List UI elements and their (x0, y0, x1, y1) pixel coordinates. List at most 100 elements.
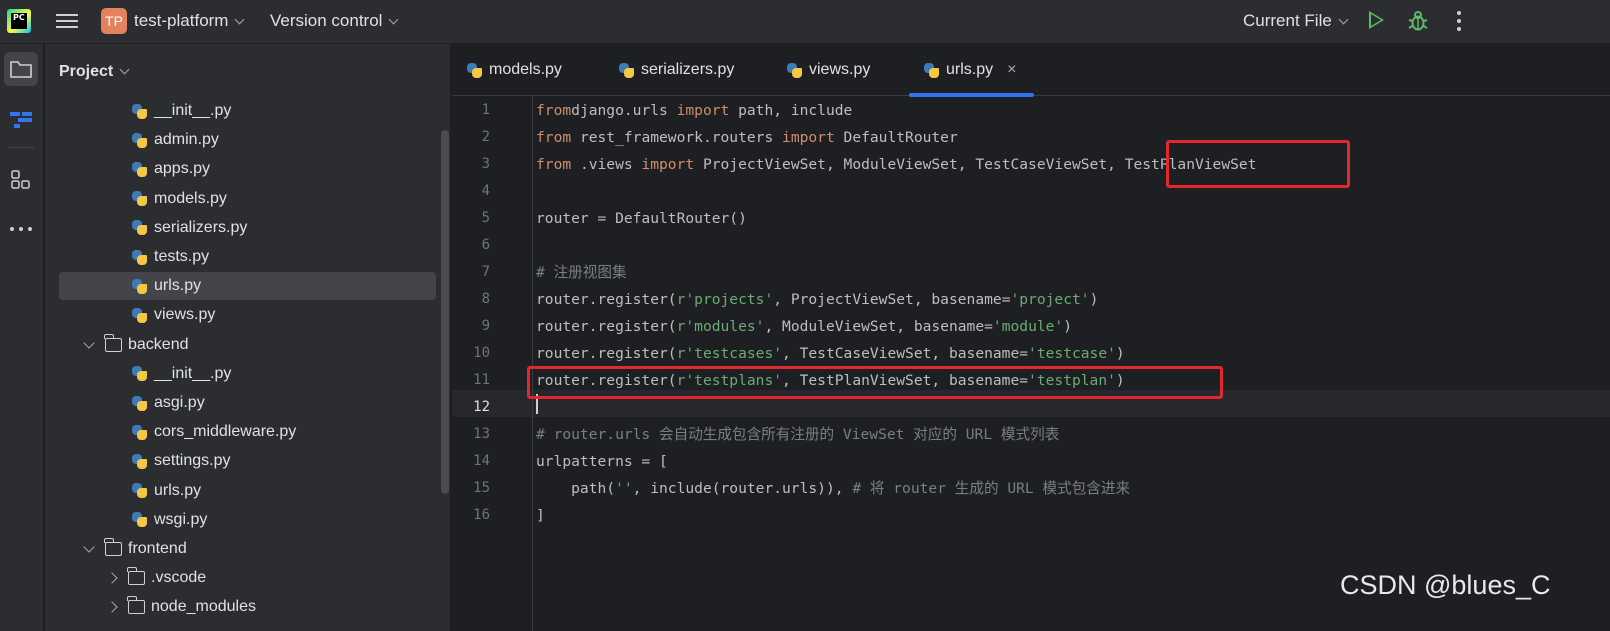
python-file-icon (131, 219, 148, 236)
python-file-icon (131, 395, 148, 412)
project-badge[interactable]: TP (101, 8, 127, 34)
folder-icon (10, 61, 32, 78)
tree-item-label: settings.py (154, 452, 231, 470)
project-selector[interactable]: test-platform (134, 11, 245, 31)
chevron-right-icon[interactable] (106, 572, 118, 584)
python-file-icon (466, 62, 483, 79)
project-scrollbar[interactable] (441, 130, 449, 494)
code-token: r'modules' (676, 318, 765, 335)
chevron-down-icon (235, 14, 245, 25)
code-line: router.register(r'projects', ProjectView… (536, 286, 1098, 313)
code-line: router.register(r'modules', ModuleViewSe… (536, 313, 1072, 340)
chevron-down-icon[interactable] (83, 336, 95, 349)
tree-item[interactable]: __init__.py (59, 360, 436, 388)
code-line: # 注册视图集 (536, 259, 627, 286)
code-line: router = DefaultRouter() (536, 205, 747, 232)
run-icon[interactable] (1369, 11, 1384, 29)
main-menu-icon[interactable] (56, 10, 78, 30)
code-token: django.urls (571, 102, 677, 119)
folder-icon (104, 333, 122, 352)
code-token: path, include (729, 102, 853, 119)
editor-tab[interactable]: urls.py × (908, 44, 1036, 97)
chevron-down-icon[interactable] (83, 541, 95, 553)
editor-tab-label: views.py (809, 61, 871, 78)
tree-item[interactable]: asgi.py (59, 389, 436, 417)
close-tab-icon[interactable]: × (1007, 61, 1016, 79)
project-name: test-platform (134, 11, 229, 30)
tree-item[interactable]: models.py (59, 185, 436, 213)
more-actions-icon[interactable] (1457, 11, 1461, 35)
python-file-icon (618, 62, 635, 79)
code-line: from rest_framework.routers import Defau… (536, 124, 958, 151)
tree-item[interactable]: settings.py (59, 447, 436, 475)
tree-item-label: wsgi.py (154, 510, 208, 528)
code-token: , TestCaseViewSet, basename= (782, 345, 1029, 362)
editor-tab-label: models.py (489, 61, 562, 78)
tree-item[interactable]: cors_middleware.py (59, 418, 436, 446)
project-tool-button[interactable] (4, 52, 38, 86)
tree-item[interactable]: frontend (59, 535, 436, 563)
code-token: r'projects' (676, 291, 774, 308)
tree-item-label: views.py (154, 306, 216, 324)
code-token: r'testcases' (676, 345, 783, 362)
watermark: CSDN @blues_C (1340, 570, 1551, 600)
structure-tool-button[interactable] (4, 102, 38, 136)
highlight-box-import (1166, 140, 1350, 188)
python-file-icon (131, 482, 148, 499)
code-token: router.register( (536, 318, 677, 335)
structure-icon (10, 112, 32, 128)
line-number: 12 (473, 399, 490, 415)
python-file-icon (131, 511, 148, 528)
python-file-icon (786, 62, 803, 79)
chevron-right-icon[interactable] (106, 601, 118, 614)
tree-item[interactable]: wsgi.py (59, 506, 436, 534)
line-number: 9 (481, 318, 490, 334)
folder-icon (127, 567, 145, 586)
python-file-icon (131, 278, 148, 295)
code-token: router.register( (536, 291, 677, 308)
tree-item[interactable]: urls.py (59, 272, 436, 301)
tree-item-label: __init__.py (154, 364, 232, 382)
plugins-tool-button[interactable] (4, 163, 38, 197)
tree-item[interactable]: __init__.py (59, 97, 436, 125)
tree-item[interactable]: serializers.py (59, 214, 436, 242)
tree-item-label: apps.py (154, 160, 211, 178)
code-line: ] (536, 502, 545, 529)
tree-item[interactable]: apps.py (59, 155, 436, 183)
editor-tab[interactable]: serializers.py (618, 44, 734, 96)
tree-item-label: asgi.py (154, 394, 205, 411)
editor-tabs: models.py serializers.py views.py urls.py × (452, 44, 1610, 97)
code-token: 'testcase' (1028, 345, 1116, 362)
folder-icon (127, 596, 145, 615)
tree-item[interactable]: admin.py (59, 126, 436, 154)
vcs-menu[interactable]: Version control (270, 11, 399, 31)
line-number: 8 (481, 291, 490, 307)
code-line: # router.urls 会自动生成包含所有注册的 ViewSet 对应的 U… (536, 421, 1059, 448)
code-token: urlpatterns = [ (536, 453, 668, 470)
line-number: 6 (481, 237, 490, 253)
tree-item[interactable]: views.py (59, 301, 436, 329)
project-panel: Project __init__.py admin.py apps.py models… (45, 44, 451, 631)
python-file-icon (131, 132, 148, 149)
line-number: 1 (481, 102, 490, 118)
debug-icon[interactable] (1408, 10, 1428, 32)
tree-item[interactable]: tests.py (59, 243, 436, 271)
python-file-icon (131, 161, 148, 178)
editor-tab[interactable]: models.py (466, 44, 562, 96)
highlight-box-register (527, 366, 1223, 399)
editor-tab[interactable]: views.py (786, 44, 870, 96)
project-panel-header[interactable]: Project (59, 63, 130, 81)
run-config-selector[interactable]: Current File (1243, 11, 1349, 31)
tree-item[interactable]: node_modules (59, 593, 436, 621)
tree-item[interactable]: .vscode (59, 564, 436, 592)
python-file-icon (131, 307, 148, 324)
tree-item[interactable]: urls.py (59, 477, 436, 505)
line-number: 4 (481, 183, 490, 199)
python-file-icon (131, 424, 148, 441)
run-config-label: Current File (1243, 11, 1332, 30)
code-token: router.register( (536, 345, 677, 362)
code-token: ) (1089, 291, 1099, 308)
more-tools-button[interactable] (4, 212, 38, 246)
tree-item[interactable]: backend (59, 331, 436, 359)
code-line: router.register(r'testcases', TestCaseVi… (536, 340, 1125, 367)
